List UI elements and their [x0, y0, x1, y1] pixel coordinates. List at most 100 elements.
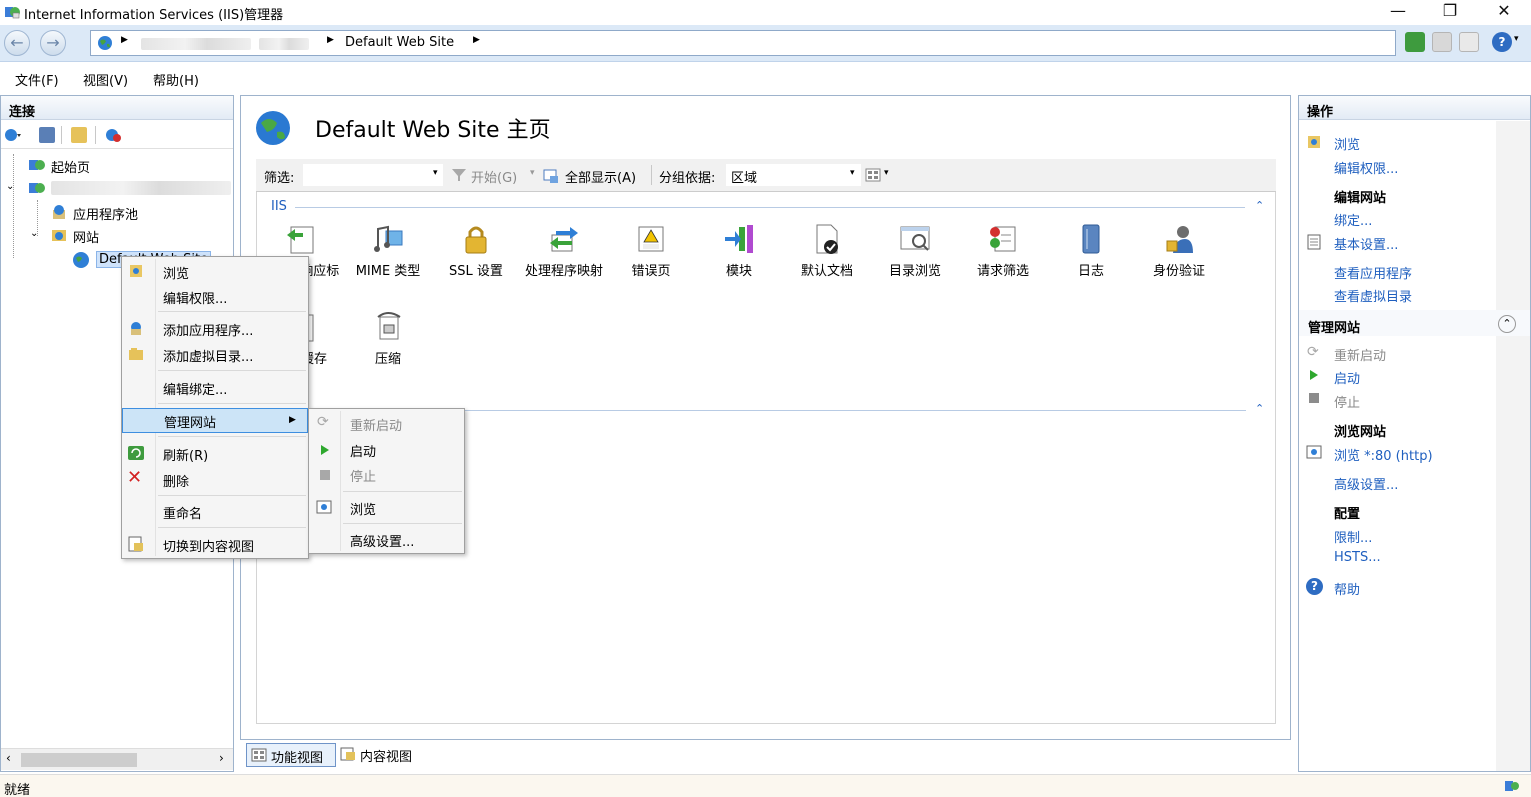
- section-header-manage-site[interactable]: 管理网站 ⌃: [1299, 310, 1530, 336]
- submenu-label: 浏览: [350, 503, 377, 518]
- feature-logging[interactable]: 日志: [1047, 223, 1135, 281]
- feature-default-document[interactable]: 默认文档: [783, 223, 871, 281]
- server-name-redacted: [141, 38, 251, 50]
- ctx-edit-permissions[interactable]: 编辑权限...: [122, 284, 308, 309]
- view-mode-dropdown-icon[interactable]: ▾: [884, 168, 889, 178]
- ctx-label: 浏览: [163, 267, 190, 282]
- feature-authentication[interactable]: 身份验证: [1135, 223, 1223, 281]
- ctx-refresh[interactable]: 刷新(R): [122, 441, 308, 466]
- crumb-default-web-site[interactable]: Default Web Site: [345, 35, 454, 50]
- action-bindings[interactable]: 绑定...: [1334, 210, 1372, 229]
- refresh-icon[interactable]: [1405, 32, 1425, 52]
- go-dropdown-icon[interactable]: ▾: [530, 168, 535, 178]
- close-button[interactable]: ✕: [1481, 0, 1527, 24]
- tree-item-start-page[interactable]: 起始页: [51, 157, 90, 176]
- breadcrumb[interactable]: ▶ ▶ Default Web Site ▶: [90, 30, 1396, 56]
- groupby-label: 分组依据:: [659, 171, 716, 186]
- filter-dropdown-icon[interactable]: ▾: [433, 168, 438, 178]
- save-icon[interactable]: [39, 127, 55, 143]
- menu-file[interactable]: 文件(F): [15, 70, 59, 89]
- menu-view[interactable]: 视图(V): [83, 70, 128, 89]
- ctx-edit-bindings[interactable]: 编辑绑定...: [122, 375, 308, 400]
- crumb-separator-icon: ▶: [327, 35, 334, 45]
- feature-handler-mappings[interactable]: 处理程序映射: [520, 223, 608, 281]
- ctx-label: 添加应用程序...: [163, 324, 254, 339]
- crumb-separator-icon: ▶: [473, 35, 480, 45]
- groupby-select[interactable]: 区域 ▾: [726, 164, 861, 186]
- action-basic-settings[interactable]: 基本设置...: [1334, 234, 1398, 253]
- show-all-button[interactable]: 全部显示(A): [565, 167, 636, 186]
- group-header-iis[interactable]: IIS: [271, 199, 287, 214]
- action-browse[interactable]: 浏览: [1334, 134, 1360, 153]
- open-folder-icon[interactable]: [71, 127, 87, 143]
- disconnect-icon[interactable]: [104, 127, 122, 143]
- actions-panel: 操作 浏览 编辑权限... 编辑网站 绑定... 基本设置... 查看应用程序 …: [1298, 95, 1531, 772]
- action-edit-permissions[interactable]: 编辑权限...: [1334, 158, 1398, 177]
- back-arrow-icon: ←: [10, 33, 24, 52]
- feature-directory-browsing[interactable]: 目录浏览: [871, 223, 959, 281]
- connect-icon[interactable]: [4, 127, 22, 143]
- menu-separator: [343, 491, 462, 492]
- scroll-left-icon[interactable]: ‹: [6, 751, 11, 765]
- ctx-delete[interactable]: ✕ 删除: [122, 467, 308, 492]
- action-help[interactable]: 帮助: [1334, 579, 1360, 598]
- action-start[interactable]: 启动: [1334, 368, 1360, 387]
- content-view-icon: [128, 536, 144, 552]
- view-mode-icon[interactable]: [865, 167, 881, 183]
- ctx-browse[interactable]: 浏览: [122, 259, 308, 284]
- tree-item-sites[interactable]: 网站: [73, 227, 99, 246]
- back-button[interactable]: ←: [4, 30, 30, 56]
- action-limits[interactable]: 限制...: [1334, 527, 1372, 546]
- ctx-add-virtual-directory[interactable]: 添加虚拟目录...: [122, 342, 308, 367]
- feature-label: 默认文档: [800, 264, 853, 279]
- tab-features-view[interactable]: 功能视图: [246, 743, 336, 767]
- browse-icon: [1306, 134, 1322, 150]
- menu-help[interactable]: 帮助(H): [153, 70, 199, 89]
- ctx-manage-website[interactable]: 管理网站 ▶: [122, 408, 308, 433]
- forward-button[interactable]: →: [40, 30, 66, 56]
- tree-item-app-pools[interactable]: 应用程序池: [73, 204, 138, 223]
- collapse-section-icon[interactable]: ⌃: [1498, 315, 1516, 333]
- menu-separator: [158, 370, 306, 371]
- feature-error-pages[interactable]: 错误页: [607, 223, 695, 281]
- feature-modules[interactable]: 模块: [695, 223, 783, 281]
- scroll-right-icon[interactable]: ›: [219, 751, 224, 765]
- filter-input[interactable]: [303, 164, 443, 186]
- tree-item-server-redacted[interactable]: [51, 181, 231, 195]
- horizontal-scrollbar[interactable]: ‹ ›: [1, 748, 233, 770]
- connections-toolbar: [1, 121, 233, 149]
- help-dropdown-icon[interactable]: ▾: [1514, 34, 1519, 44]
- feature-ssl-settings[interactable]: SSL 设置: [432, 223, 520, 281]
- ctx-switch-content-view[interactable]: 切换到内容视图: [122, 532, 308, 557]
- home-icon[interactable]: [1459, 32, 1479, 52]
- browse-icon: [128, 263, 144, 279]
- go-button[interactable]: 开始(G): [471, 167, 517, 186]
- browse-site-icon: [1306, 444, 1322, 460]
- submenu-restart: ⟳ 重新启动: [309, 411, 464, 436]
- scrollbar-thumb[interactable]: [21, 753, 137, 767]
- group-collapse-icon[interactable]: ⌃: [1255, 402, 1264, 415]
- expand-chevron-icon[interactable]: ⌄: [6, 181, 14, 192]
- tab-content-view[interactable]: 内容视图: [338, 743, 428, 767]
- submenu-advanced-settings[interactable]: 高级设置...: [309, 527, 464, 552]
- help-icon[interactable]: ?: [1492, 32, 1512, 52]
- expand-chevron-icon[interactable]: ⌄: [30, 228, 38, 239]
- action-browse-80[interactable]: 浏览 *:80 (http): [1334, 445, 1433, 464]
- ctx-rename[interactable]: 重命名: [122, 499, 308, 524]
- submenu-browse[interactable]: 浏览: [309, 495, 464, 520]
- ctx-add-application[interactable]: 添加应用程序...: [122, 316, 308, 341]
- minimize-button[interactable]: —: [1375, 0, 1421, 24]
- feature-mime-types[interactable]: MIME 类型: [344, 223, 432, 281]
- menu-separator: [158, 436, 306, 437]
- action-hsts[interactable]: HSTS...: [1334, 550, 1381, 565]
- action-view-virtual-directories[interactable]: 查看虚拟目录: [1334, 286, 1412, 305]
- group-collapse-icon[interactable]: ⌃: [1255, 199, 1264, 212]
- restore-button[interactable]: ❐: [1427, 0, 1473, 24]
- feature-compression[interactable]: 压缩: [344, 311, 432, 369]
- stop-nav-icon[interactable]: [1432, 32, 1452, 52]
- submenu-start[interactable]: 启动: [309, 437, 464, 462]
- feature-request-filtering[interactable]: 请求筛选: [959, 223, 1047, 281]
- add-virtual-dir-icon: [128, 346, 144, 362]
- action-view-applications[interactable]: 查看应用程序: [1334, 263, 1412, 282]
- action-advanced-settings[interactable]: 高级设置...: [1334, 474, 1398, 493]
